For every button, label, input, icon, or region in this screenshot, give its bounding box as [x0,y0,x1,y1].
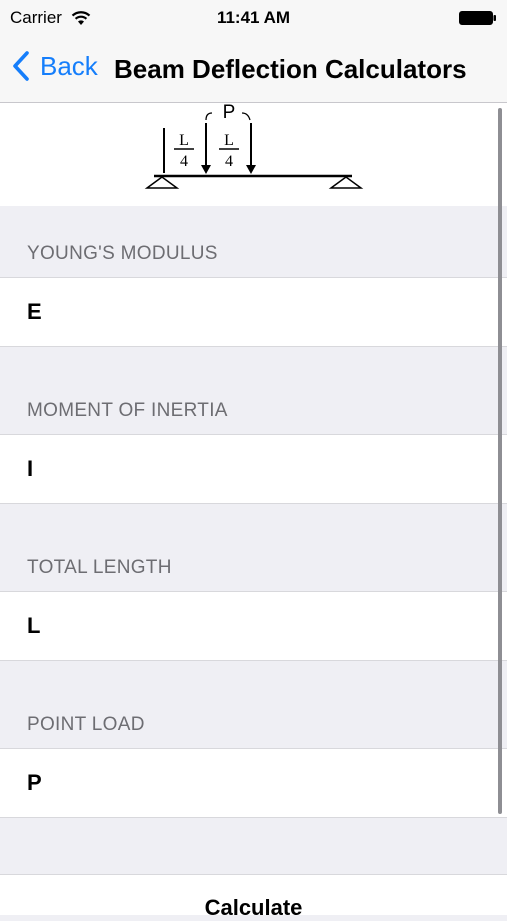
status-bar: Carrier 11:41 AM [0,0,507,36]
scrollbar[interactable] [498,108,502,814]
total-length-cell [0,591,507,661]
point-load-cell [0,748,507,818]
youngs-modulus-input[interactable] [27,278,467,346]
youngs-modulus-header: YOUNG'S MODULUS [27,243,218,264]
back-button[interactable]: Back [12,50,98,82]
diagram-cell: P L 4 L 4 [0,103,507,206]
right-fraction-numerator: L [224,132,234,149]
page-title: Beam Deflection Calculators [114,54,467,84]
navigation-bar: Back Beam Deflection Calculators [0,36,507,103]
load-label: P [223,103,236,123]
back-chevron-icon [13,51,29,81]
left-fraction-numerator: L [179,132,189,149]
form-table[interactable]: P L 4 L 4 YOUNG'S MODULUS MOMENT OF INER… [0,103,507,920]
calculate-button[interactable]: Calculate [0,895,507,921]
status-time: 11:41 AM [216,8,291,27]
total-length-header: TOTAL LENGTH [27,557,172,578]
back-label: Back [40,50,98,81]
moment-of-inertia-cell [0,434,507,504]
left-fraction-denominator: 4 [180,153,188,170]
beam-diagram: P L 4 L 4 [144,103,364,189]
point-load-input[interactable] [27,749,467,817]
total-length-input[interactable] [27,592,467,660]
calculate-cell: Calculate [0,874,507,920]
moment-of-inertia-header: MOMENT OF INERTIA [27,400,228,421]
right-fraction-denominator: 4 [225,153,233,170]
moment-of-inertia-input[interactable] [27,435,467,503]
youngs-modulus-cell [0,277,507,347]
battery-icon [459,11,496,25]
point-load-header: POINT LOAD [27,714,145,735]
